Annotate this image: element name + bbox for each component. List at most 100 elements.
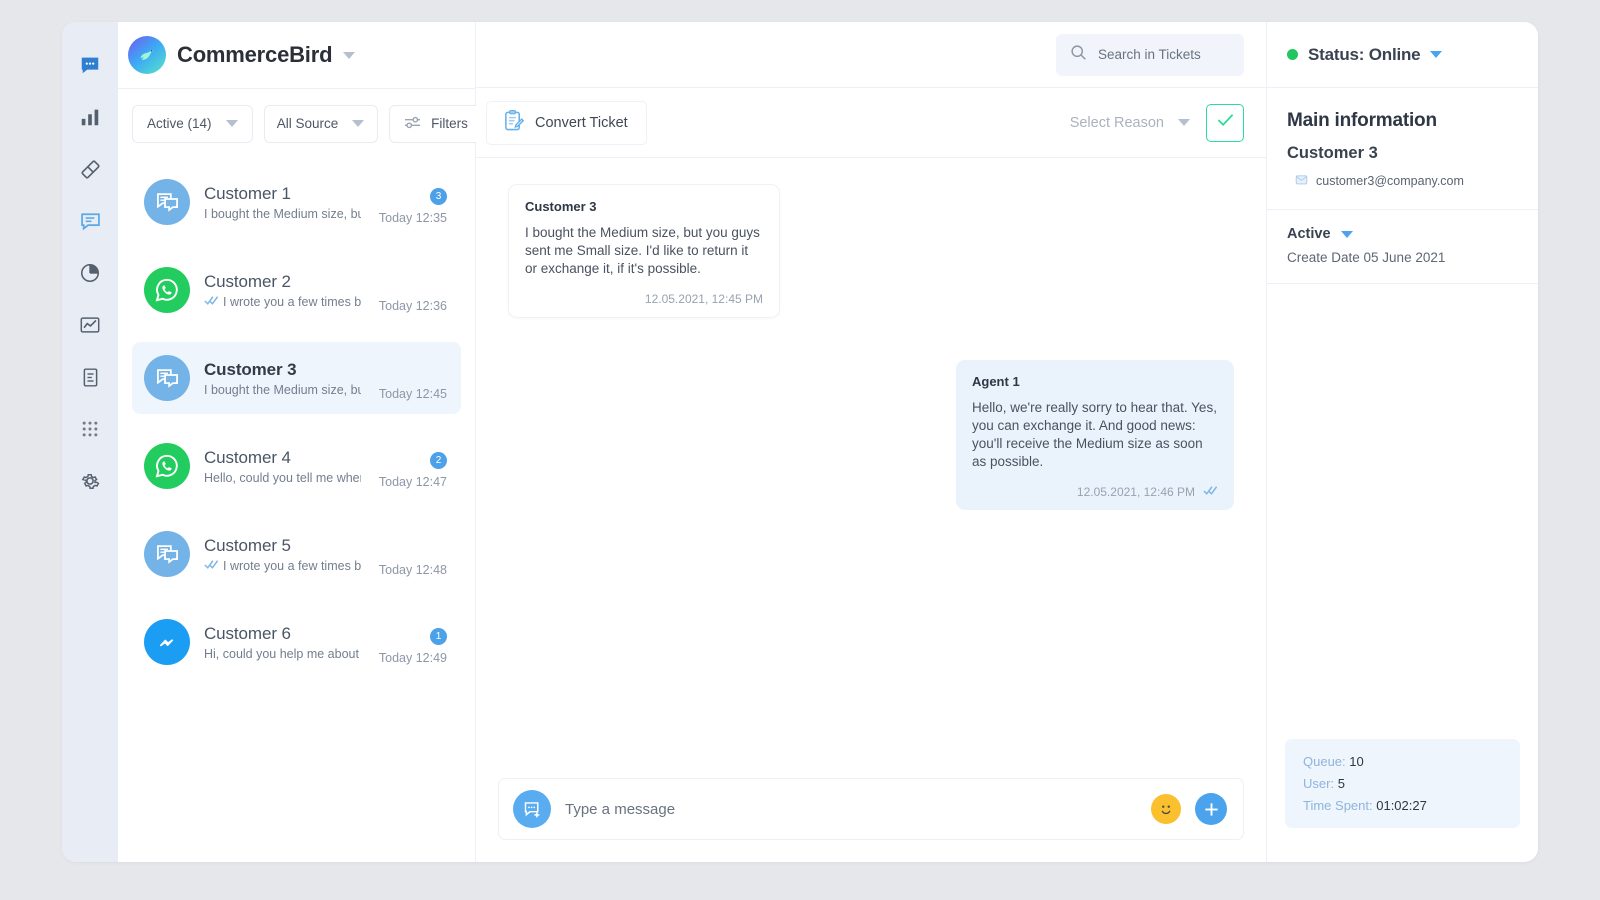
message-footer: 12.05.2021, 12:46 PM bbox=[972, 485, 1218, 499]
sidebar-item-analytics[interactable] bbox=[73, 308, 107, 342]
smiley-face-icon[interactable] bbox=[1151, 794, 1181, 824]
select-reason-label: Select Reason bbox=[1069, 114, 1164, 131]
unread-badge: 3 bbox=[430, 187, 447, 205]
chat-avatar-icon bbox=[144, 531, 190, 577]
select-reason-dropdown[interactable]: Select Reason bbox=[1070, 115, 1190, 131]
ticket-status-block: Active Create Date 05 June 2021 bbox=[1267, 210, 1538, 284]
primary-nav-rail bbox=[62, 22, 118, 862]
convert-ticket-button[interactable]: Convert Ticket bbox=[486, 100, 647, 145]
conversation-body: Customer 3 I bought the Medium size, but … bbox=[204, 360, 361, 397]
sidebar-item-apps[interactable] bbox=[73, 412, 107, 446]
user-stat: User: 5 bbox=[1303, 776, 1502, 791]
conversation-time: Today 12:45 bbox=[378, 386, 447, 401]
sidebar-item-tickets[interactable] bbox=[73, 152, 107, 186]
conversation-item[interactable]: Customer 1 I bought the Medium size, but … bbox=[132, 166, 461, 238]
chat-avatar-icon bbox=[144, 355, 190, 401]
conversation-snippet-text: I wrote you a few times before for... bbox=[223, 294, 361, 309]
chevron-down-icon bbox=[1178, 119, 1190, 126]
details-panel: Status: Online Main information Customer… bbox=[1266, 22, 1538, 862]
conversation-item[interactable]: Customer 2 I wrote you a few times before… bbox=[132, 254, 461, 326]
conversation-name: Customer 5 bbox=[204, 535, 291, 555]
conversation-body: Customer 1 I bought the Medium size, but … bbox=[204, 184, 361, 221]
conversation-snippet: I wrote you a few times before for... bbox=[204, 295, 361, 309]
conversation-time: Today 12:49 bbox=[378, 650, 447, 665]
time-spent-stat: Time Spent: 01:02:27 bbox=[1303, 798, 1502, 813]
ticket-state-row[interactable]: Active bbox=[1287, 226, 1518, 242]
toolbar-right-group: Select Reason bbox=[1070, 103, 1244, 142]
main-information-title: Main information bbox=[1287, 110, 1437, 131]
clipboard-edit-icon bbox=[503, 109, 525, 136]
chevron-down-icon bbox=[225, 120, 238, 127]
message-text: Hello, we're really sorry to hear that. … bbox=[972, 399, 1217, 469]
chevron-down-icon[interactable] bbox=[1430, 51, 1443, 58]
whatsapp-avatar-icon bbox=[144, 267, 190, 313]
conversation-meta: Today 12:36 bbox=[361, 254, 447, 326]
messenger-avatar-icon bbox=[144, 619, 190, 665]
plus-icon[interactable] bbox=[1195, 793, 1227, 825]
conversation-body: Customer 5 I wrote you a few times before… bbox=[204, 536, 361, 573]
search-box[interactable] bbox=[1056, 33, 1275, 76]
main-information-block: Main information Customer 3 customer3@co… bbox=[1267, 88, 1538, 210]
message-author: Customer 3 bbox=[525, 199, 597, 214]
user-label: User: bbox=[1303, 776, 1335, 791]
chevron-down-icon bbox=[352, 120, 365, 127]
conversation-body: Customer 4 Hello, could you tell me where… bbox=[204, 448, 361, 485]
conversation-snippet: Hi, could you help me about something? bbox=[204, 647, 361, 661]
stats-card: Queue: 10 User: 5 Time Spent: 01:02:27 bbox=[1285, 739, 1520, 828]
confirm-button[interactable] bbox=[1206, 103, 1244, 142]
conversation-item[interactable]: Customer 5 I wrote you a few times before… bbox=[132, 518, 461, 590]
conversation-snippet: I bought the Medium size, but you guys..… bbox=[204, 207, 361, 221]
whatsapp-avatar-icon bbox=[144, 443, 190, 489]
source-filter-dropdown[interactable]: All Source bbox=[263, 104, 378, 143]
customer-email-row: customer3@company.com bbox=[1287, 173, 1518, 189]
conversation-body: Customer 6 Hi, could you help me about so… bbox=[204, 624, 361, 661]
sidebar-item-messages[interactable] bbox=[73, 204, 107, 238]
message-bubble: Customer 3 I bought the Medium size, but … bbox=[508, 184, 780, 318]
sidebar-item-settings[interactable] bbox=[73, 464, 107, 498]
ticket-tag-icon bbox=[79, 158, 102, 181]
message-thread: Customer 3 I bought the Medium size, but … bbox=[476, 158, 1266, 778]
user-value: 5 bbox=[1337, 776, 1345, 791]
filters-button[interactable]: Filters bbox=[388, 104, 483, 143]
search-input[interactable] bbox=[1098, 47, 1275, 62]
search-icon bbox=[1070, 44, 1087, 66]
line-chart-icon bbox=[79, 314, 101, 336]
conversation-snippet: I wrote you a few times before for... bbox=[204, 559, 361, 573]
sidebar-item-statistics[interactable] bbox=[73, 100, 107, 134]
status-filter-dropdown[interactable]: Active (14) bbox=[132, 104, 253, 143]
queue-stat: Queue: 10 bbox=[1303, 754, 1502, 769]
status-dot-icon bbox=[1287, 49, 1298, 60]
create-date: Create Date 05 June 2021 bbox=[1287, 250, 1446, 265]
sidebar-item-reports[interactable] bbox=[73, 256, 107, 290]
chevron-down-icon[interactable] bbox=[343, 51, 356, 59]
conversation-snippet-text: I wrote you a few times before for... bbox=[223, 558, 361, 573]
email-icon bbox=[1295, 173, 1308, 189]
customer-name: Customer 3 bbox=[1287, 144, 1378, 162]
conversation-snippet-text: Hello, could you tell me where my... bbox=[204, 470, 361, 485]
brand-bar: CommerceBird bbox=[118, 22, 475, 88]
chat-panel: Convert Ticket Select Reason Customer 3 I… bbox=[476, 22, 1275, 862]
conversation-snippet: Hello, could you tell me where my... bbox=[204, 471, 361, 485]
sidebar-item-documents[interactable] bbox=[73, 360, 107, 394]
sliders-icon bbox=[403, 115, 422, 133]
panel-spacer bbox=[1267, 284, 1538, 739]
bar-chart-icon bbox=[79, 106, 101, 128]
read-receipt-icon bbox=[204, 295, 219, 309]
conversation-body: Customer 2 I wrote you a few times before… bbox=[204, 272, 361, 309]
message-text: I bought the Medium size, but you guys s… bbox=[525, 225, 760, 276]
chat-bubble-filled-icon bbox=[79, 54, 101, 76]
conversation-list-panel: CommerceBird Active (14) All Source Filt… bbox=[118, 22, 483, 862]
conversation-item[interactable]: Customer 3 I bought the Medium size, but … bbox=[132, 342, 461, 414]
pie-chart-icon bbox=[79, 262, 101, 284]
agent-status-bar[interactable]: Status: Online bbox=[1267, 22, 1538, 88]
message-timestamp: 12.05.2021, 12:46 PM bbox=[1076, 484, 1195, 499]
conversation-item[interactable]: Customer 4 Hello, could you tell me where… bbox=[132, 430, 461, 502]
message-input[interactable] bbox=[565, 800, 1137, 818]
new-message-icon[interactable] bbox=[513, 790, 551, 828]
chat-header bbox=[476, 22, 1275, 88]
conversation-name: Customer 1 bbox=[204, 183, 291, 203]
conversation-name: Customer 2 bbox=[204, 271, 291, 291]
chevron-down-icon[interactable] bbox=[1340, 230, 1353, 238]
conversation-item[interactable]: Customer 6 Hi, could you help me about so… bbox=[132, 606, 461, 678]
sidebar-item-chats-active[interactable] bbox=[73, 48, 107, 82]
